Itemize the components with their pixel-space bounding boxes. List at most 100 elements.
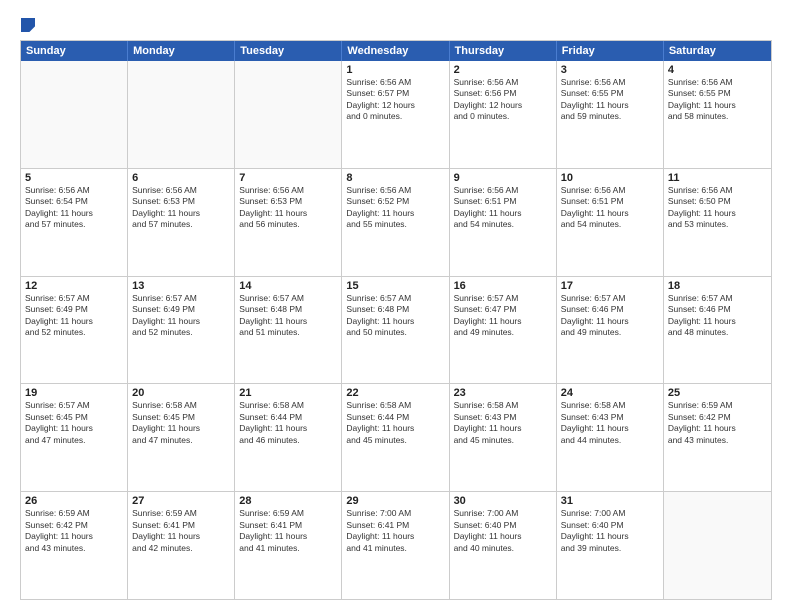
page: SundayMondayTuesdayWednesdayThursdayFrid… <box>0 0 792 612</box>
calendar-row-2: 12Sunrise: 6:57 AM Sunset: 6:49 PM Dayli… <box>21 276 771 384</box>
calendar-row-1: 5Sunrise: 6:56 AM Sunset: 6:54 PM Daylig… <box>21 168 771 276</box>
day-info: Sunrise: 6:56 AM Sunset: 6:52 PM Dayligh… <box>346 185 444 231</box>
day-cell-19: 19Sunrise: 6:57 AM Sunset: 6:45 PM Dayli… <box>21 384 128 491</box>
day-cell-21: 21Sunrise: 6:58 AM Sunset: 6:44 PM Dayli… <box>235 384 342 491</box>
day-number: 3 <box>561 64 659 76</box>
day-cell-13: 13Sunrise: 6:57 AM Sunset: 6:49 PM Dayli… <box>128 277 235 384</box>
day-cell-empty-4-6 <box>664 492 771 599</box>
day-cell-empty-0-1 <box>128 61 235 168</box>
day-info: Sunrise: 7:00 AM Sunset: 6:41 PM Dayligh… <box>346 508 444 554</box>
day-number: 11 <box>668 172 767 184</box>
day-cell-24: 24Sunrise: 6:58 AM Sunset: 6:43 PM Dayli… <box>557 384 664 491</box>
day-number: 30 <box>454 495 552 507</box>
day-number: 28 <box>239 495 337 507</box>
day-cell-6: 6Sunrise: 6:56 AM Sunset: 6:53 PM Daylig… <box>128 169 235 276</box>
day-info: Sunrise: 6:56 AM Sunset: 6:56 PM Dayligh… <box>454 77 552 123</box>
weekday-header-saturday: Saturday <box>664 41 771 61</box>
header <box>20 18 772 32</box>
day-info: Sunrise: 6:56 AM Sunset: 6:51 PM Dayligh… <box>454 185 552 231</box>
day-info: Sunrise: 7:00 AM Sunset: 6:40 PM Dayligh… <box>454 508 552 554</box>
day-info: Sunrise: 6:56 AM Sunset: 6:53 PM Dayligh… <box>132 185 230 231</box>
day-cell-9: 9Sunrise: 6:56 AM Sunset: 6:51 PM Daylig… <box>450 169 557 276</box>
weekday-header-monday: Monday <box>128 41 235 61</box>
day-cell-11: 11Sunrise: 6:56 AM Sunset: 6:50 PM Dayli… <box>664 169 771 276</box>
day-number: 27 <box>132 495 230 507</box>
day-info: Sunrise: 6:56 AM Sunset: 6:55 PM Dayligh… <box>561 77 659 123</box>
calendar-row-4: 26Sunrise: 6:59 AM Sunset: 6:42 PM Dayli… <box>21 491 771 599</box>
day-number: 1 <box>346 64 444 76</box>
day-number: 14 <box>239 280 337 292</box>
day-info: Sunrise: 6:56 AM Sunset: 6:55 PM Dayligh… <box>668 77 767 123</box>
day-info: Sunrise: 6:56 AM Sunset: 6:57 PM Dayligh… <box>346 77 444 123</box>
day-cell-16: 16Sunrise: 6:57 AM Sunset: 6:47 PM Dayli… <box>450 277 557 384</box>
day-cell-25: 25Sunrise: 6:59 AM Sunset: 6:42 PM Dayli… <box>664 384 771 491</box>
logo-icon <box>21 18 35 32</box>
day-cell-2: 2Sunrise: 6:56 AM Sunset: 6:56 PM Daylig… <box>450 61 557 168</box>
day-cell-18: 18Sunrise: 6:57 AM Sunset: 6:46 PM Dayli… <box>664 277 771 384</box>
day-number: 2 <box>454 64 552 76</box>
day-info: Sunrise: 6:56 AM Sunset: 6:50 PM Dayligh… <box>668 185 767 231</box>
day-info: Sunrise: 6:59 AM Sunset: 6:42 PM Dayligh… <box>25 508 123 554</box>
day-info: Sunrise: 6:58 AM Sunset: 6:44 PM Dayligh… <box>239 400 337 446</box>
day-info: Sunrise: 6:57 AM Sunset: 6:48 PM Dayligh… <box>346 293 444 339</box>
day-cell-14: 14Sunrise: 6:57 AM Sunset: 6:48 PM Dayli… <box>235 277 342 384</box>
day-number: 29 <box>346 495 444 507</box>
day-cell-20: 20Sunrise: 6:58 AM Sunset: 6:45 PM Dayli… <box>128 384 235 491</box>
day-cell-26: 26Sunrise: 6:59 AM Sunset: 6:42 PM Dayli… <box>21 492 128 599</box>
day-info: Sunrise: 6:56 AM Sunset: 6:54 PM Dayligh… <box>25 185 123 231</box>
day-number: 21 <box>239 387 337 399</box>
day-number: 4 <box>668 64 767 76</box>
day-cell-1: 1Sunrise: 6:56 AM Sunset: 6:57 PM Daylig… <box>342 61 449 168</box>
weekday-header-sunday: Sunday <box>21 41 128 61</box>
day-number: 20 <box>132 387 230 399</box>
day-info: Sunrise: 6:59 AM Sunset: 6:41 PM Dayligh… <box>239 508 337 554</box>
day-info: Sunrise: 6:57 AM Sunset: 6:49 PM Dayligh… <box>25 293 123 339</box>
day-info: Sunrise: 6:59 AM Sunset: 6:41 PM Dayligh… <box>132 508 230 554</box>
day-number: 31 <box>561 495 659 507</box>
day-info: Sunrise: 6:56 AM Sunset: 6:53 PM Dayligh… <box>239 185 337 231</box>
day-info: Sunrise: 6:58 AM Sunset: 6:45 PM Dayligh… <box>132 400 230 446</box>
day-cell-28: 28Sunrise: 6:59 AM Sunset: 6:41 PM Dayli… <box>235 492 342 599</box>
day-number: 5 <box>25 172 123 184</box>
day-cell-4: 4Sunrise: 6:56 AM Sunset: 6:55 PM Daylig… <box>664 61 771 168</box>
weekday-header-friday: Friday <box>557 41 664 61</box>
day-number: 19 <box>25 387 123 399</box>
day-number: 12 <box>25 280 123 292</box>
day-cell-10: 10Sunrise: 6:56 AM Sunset: 6:51 PM Dayli… <box>557 169 664 276</box>
day-number: 16 <box>454 280 552 292</box>
day-info: Sunrise: 7:00 AM Sunset: 6:40 PM Dayligh… <box>561 508 659 554</box>
day-number: 8 <box>346 172 444 184</box>
day-number: 26 <box>25 495 123 507</box>
day-number: 23 <box>454 387 552 399</box>
weekday-header-tuesday: Tuesday <box>235 41 342 61</box>
calendar-header: SundayMondayTuesdayWednesdayThursdayFrid… <box>21 41 771 61</box>
calendar-body: 1Sunrise: 6:56 AM Sunset: 6:57 PM Daylig… <box>21 61 771 599</box>
day-number: 17 <box>561 280 659 292</box>
day-cell-29: 29Sunrise: 7:00 AM Sunset: 6:41 PM Dayli… <box>342 492 449 599</box>
day-info: Sunrise: 6:58 AM Sunset: 6:43 PM Dayligh… <box>454 400 552 446</box>
day-cell-12: 12Sunrise: 6:57 AM Sunset: 6:49 PM Dayli… <box>21 277 128 384</box>
day-number: 22 <box>346 387 444 399</box>
day-info: Sunrise: 6:57 AM Sunset: 6:48 PM Dayligh… <box>239 293 337 339</box>
day-cell-17: 17Sunrise: 6:57 AM Sunset: 6:46 PM Dayli… <box>557 277 664 384</box>
day-number: 18 <box>668 280 767 292</box>
weekday-header-thursday: Thursday <box>450 41 557 61</box>
day-number: 13 <box>132 280 230 292</box>
day-info: Sunrise: 6:57 AM Sunset: 6:46 PM Dayligh… <box>561 293 659 339</box>
calendar-row-0: 1Sunrise: 6:56 AM Sunset: 6:57 PM Daylig… <box>21 61 771 168</box>
day-info: Sunrise: 6:57 AM Sunset: 6:47 PM Dayligh… <box>454 293 552 339</box>
day-number: 25 <box>668 387 767 399</box>
day-info: Sunrise: 6:57 AM Sunset: 6:49 PM Dayligh… <box>132 293 230 339</box>
weekday-header-wednesday: Wednesday <box>342 41 449 61</box>
day-info: Sunrise: 6:59 AM Sunset: 6:42 PM Dayligh… <box>668 400 767 446</box>
calendar-row-3: 19Sunrise: 6:57 AM Sunset: 6:45 PM Dayli… <box>21 383 771 491</box>
day-cell-27: 27Sunrise: 6:59 AM Sunset: 6:41 PM Dayli… <box>128 492 235 599</box>
day-info: Sunrise: 6:56 AM Sunset: 6:51 PM Dayligh… <box>561 185 659 231</box>
day-info: Sunrise: 6:58 AM Sunset: 6:43 PM Dayligh… <box>561 400 659 446</box>
logo <box>20 18 36 32</box>
day-info: Sunrise: 6:57 AM Sunset: 6:45 PM Dayligh… <box>25 400 123 446</box>
calendar: SundayMondayTuesdayWednesdayThursdayFrid… <box>20 40 772 600</box>
day-cell-7: 7Sunrise: 6:56 AM Sunset: 6:53 PM Daylig… <box>235 169 342 276</box>
day-number: 24 <box>561 387 659 399</box>
day-cell-8: 8Sunrise: 6:56 AM Sunset: 6:52 PM Daylig… <box>342 169 449 276</box>
